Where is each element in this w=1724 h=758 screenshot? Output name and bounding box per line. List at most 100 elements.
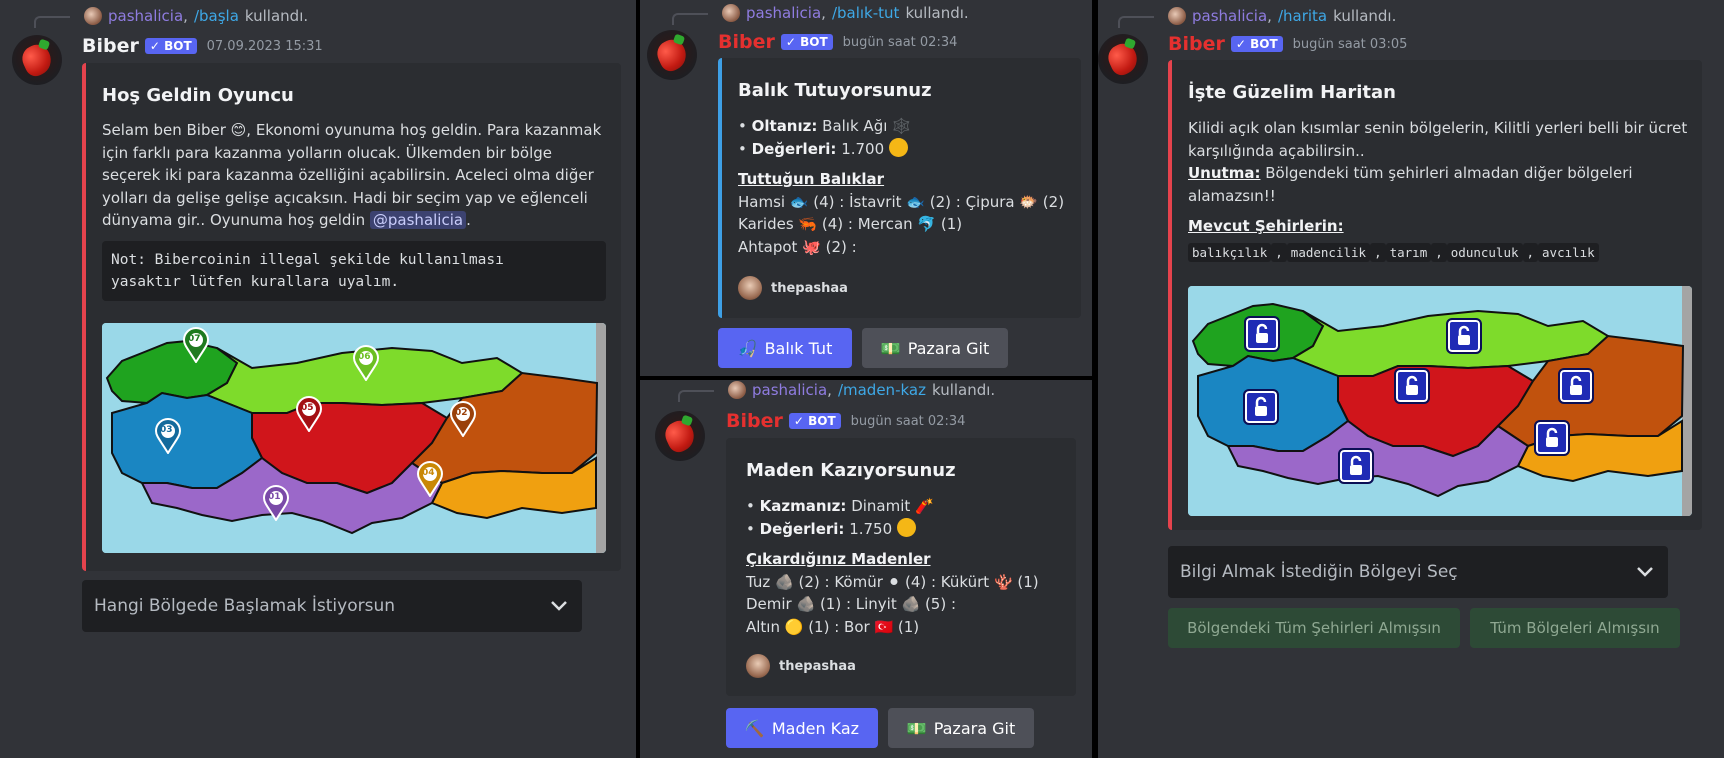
mine-button[interactable]: ⛏️ Maden Kaz [726,708,878,748]
reply-username[interactable]: pashalicia [752,381,827,399]
bot-avatar[interactable] [647,30,697,80]
timestamp: 07.09.2023 15:31 [206,38,323,54]
ore-row: Tuz 🪨 (2) : Kömür ⚫ (4) : Kükürt 🪸 (1) [746,572,1039,591]
all-cities-acquired-button[interactable]: Bölgendeki Tüm Şehirleri Almışsın [1168,608,1460,648]
bot-badge: ✓ BOT [144,38,197,54]
reply-username[interactable]: pashalicia [746,4,821,22]
footer-avatar-icon [738,276,762,300]
pickaxe-value: Dinamit 🧨 [851,497,934,515]
fish-row: Karides 🦐 (4) : Mercan 🐬 (1) [738,215,963,233]
unlock-icon[interactable] [1534,420,1570,456]
pin-label: 01 [268,492,281,502]
fish-row: Hamsi 🐟 (4) : İstavrit 🐟 (2) : Çipura 🐡 … [738,192,1065,211]
region-pin-01[interactable]: 01 [262,485,290,522]
desc-line: Selam ben Biber 😊, Ekonomi oyunuma hoş g… [102,121,602,139]
embed-description: Selam ben Biber 😊, Ekonomi oyunuma hoş g… [102,119,612,232]
footer-username: thepashaa [779,658,856,674]
region-pin-02[interactable]: 02 [449,401,477,438]
message-panel-maden-kaz: pashalicia, /maden-kaz kullandı. Biber ✓… [640,380,1092,758]
city-tag: balıkçılık [1188,242,1272,262]
unlock-icon[interactable] [1558,368,1594,404]
reply-suffix: kullandı. [905,4,969,22]
message-header: Biber ✓ BOT bugün saat 03:05 [1168,33,1407,55]
timestamp: bugün saat 02:34 [850,413,966,429]
bot-name[interactable]: Biber [718,31,775,53]
message-header: Biber ✓ BOT 07.09.2023 15:31 [82,35,323,57]
region-info-select-dropdown[interactable]: Bilgi Almak İstediğin Bölgeyi Seç [1168,546,1668,598]
caught-fish-heading: Tuttuğun Balıklar [738,170,885,188]
mined-ores-heading: Çıkardığınız Madenler [746,550,931,568]
reply-suffix: kullandı. [931,381,996,399]
reply-command[interactable]: /harita [1278,7,1327,25]
select-placeholder: Hangi Bölgede Başlamak İstiyorsun [94,596,396,616]
embed-fields: • Oltanız: Balık Ağı 🕸️ • Değerleri: 1.7… [738,115,1078,258]
pin-label: 03 [160,425,173,435]
reply-command[interactable]: /başla [194,7,239,25]
embed-card: Maden Kazıyorsunuz • Kazmanız: Dinamit 🧨… [726,438,1076,696]
reply-header[interactable]: pashalicia, /başla kullandı. [34,7,308,28]
desc-line: Kilidi açık olan kısımlar senin bölgeler… [1188,119,1688,137]
embed-card: İşte Güzelim Haritan Kilidi açık olan kı… [1168,60,1702,530]
embed-description: Kilidi açık olan kısımlar senin bölgeler… [1188,117,1698,264]
value-amount: 1.750 [849,519,893,538]
embed-fields: • Kazmanız: Dinamit 🧨 • Değerleri: 1.750… [746,495,1076,638]
fishing-rod-icon: 🎣 [737,338,758,358]
city-separator: , [1271,242,1287,262]
reply-suffix: kullandı. [1333,7,1397,25]
desc-line: için farklı para kazanma yolların olucak… [102,143,552,162]
pin-label: 05 [301,403,314,413]
bot-name[interactable]: Biber [82,35,139,57]
city-separator: , [1370,242,1386,262]
go-market-button[interactable]: 💵 Pazara Git [862,328,1008,368]
warning-label: Unutma: [1188,164,1261,182]
reply-username[interactable]: pashalicia [108,7,183,25]
bot-avatar[interactable] [12,35,62,85]
region-pin-06[interactable]: 06 [352,345,380,382]
unlock-icon[interactable] [1244,316,1280,352]
unlock-icon[interactable] [1243,389,1279,425]
code-line: Not: Bibercoinin illegal şekilde kullanı… [111,252,504,268]
chevron-down-icon [551,601,567,611]
reply-separator: , [821,4,826,22]
bot-name[interactable]: Biber [726,410,783,432]
reply-header[interactable]: pashalicia, /harita kullandı. [1118,7,1397,28]
footer-username: thepashaa [771,280,848,296]
reply-header[interactable]: pashalicia, /balık-tut kullandı. [672,4,969,25]
go-market-button[interactable]: 💵 Pazara Git [888,708,1034,748]
reply-username[interactable]: pashalicia [1192,7,1267,25]
message-panel-harita: pashalicia, /harita kullandı. Biber ✓ BO… [1098,0,1724,758]
button-label: Tüm Bölgeleri Almışsın [1490,619,1660,637]
bot-name[interactable]: Biber [1168,33,1225,55]
reply-header[interactable]: pashalicia, /maden-kaz kullandı. [678,381,996,402]
message-header: Biber ✓ BOT bugün saat 02:34 [718,31,957,53]
unlock-icon[interactable] [1338,448,1374,484]
desc-line: karşılığında açabilirsin.. [1188,141,1365,160]
reply-command[interactable]: /maden-kaz [838,381,926,399]
bot-avatar[interactable] [1098,34,1148,84]
fish-row: Ahtapot 🐙 (2) : [738,237,857,256]
region-pin-05[interactable]: 05 [295,396,323,433]
bot-avatar[interactable] [655,411,705,461]
region-pin-04[interactable]: 04 [416,461,444,498]
pepper-icon [1103,39,1143,79]
region-select-dropdown[interactable]: Hangi Bölgede Başlamak İstiyorsun [82,580,582,632]
city-tag: tarım [1385,242,1432,262]
unlock-icon[interactable] [1446,318,1482,354]
code-line: yasaktır lütfen kurallara uyalım. [111,274,400,290]
unlock-icon[interactable] [1394,368,1430,404]
fish-button[interactable]: 🎣 Balık Tut [718,328,852,368]
locked-regions-map[interactable] [1188,286,1692,516]
user-avatar-icon [84,7,102,25]
user-mention[interactable]: @pashalicia [369,211,467,229]
region-pin-03[interactable]: 03 [154,418,182,455]
embed-footer: thepashaa [746,654,856,678]
embed-card: Balık Tutuyorsunuz • Oltanız: Balık Ağı … [718,58,1081,318]
pin-label: 06 [358,352,371,362]
pin-label: 02 [455,408,468,418]
button-label: Bölgendeki Tüm Şehirleri Almışsın [1187,619,1441,637]
all-regions-acquired-button[interactable]: Tüm Bölgeleri Almışsın [1470,608,1680,648]
ore-row: Demir 🪨 (1) : Linyit 🪨 (5) : [746,595,957,613]
turkey-region-map[interactable]: 07 06 05 03 02 04 01 [102,323,606,553]
reply-command[interactable]: /balık-tut [832,4,899,22]
region-pin-07[interactable]: 07 [182,327,210,364]
